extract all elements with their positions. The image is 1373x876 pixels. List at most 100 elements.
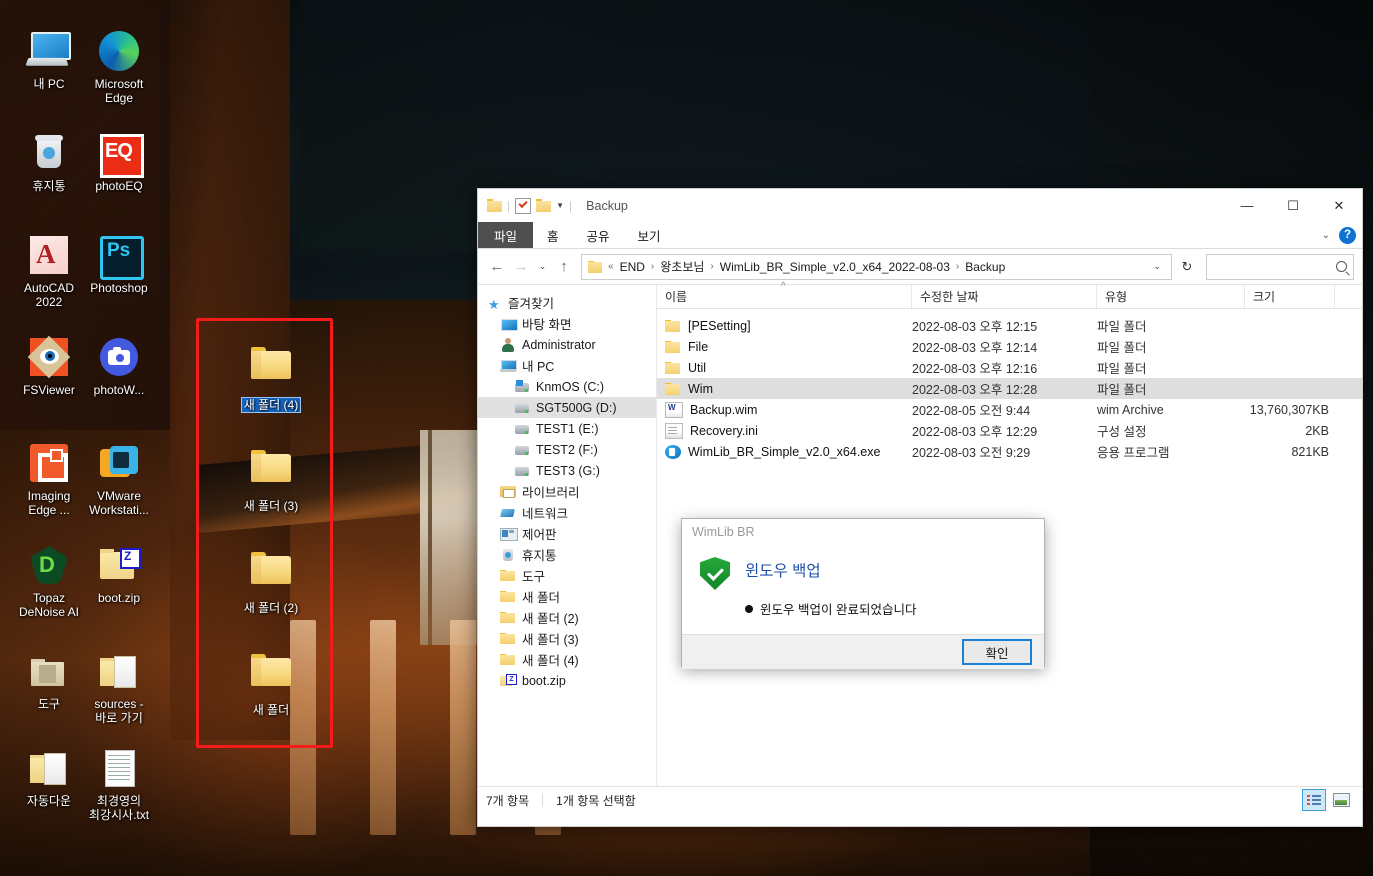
file-date: 2022-08-05 오전 9:44 (912, 404, 1031, 418)
desktop-icon-4[interactable]: EQ photoEQ (76, 130, 162, 193)
search-input[interactable] (1206, 253, 1354, 280)
nav-item-14[interactable]: 도구 (478, 565, 656, 586)
desktop-icon-10[interactable]: VMware Workstati... (76, 440, 162, 517)
navigation-bar[interactable]: ← → ⌄ ↑ «END › 왕초보님 › WimLib_BR_Simple_v2.0_… (478, 249, 1362, 284)
nav-item-12[interactable]: 제어판 (478, 523, 656, 544)
ribbon-tab-파일[interactable]: 파일 (478, 222, 534, 248)
file-name-cell[interactable]: Util (657, 361, 912, 375)
highlighted-folder-3[interactable]: 새 폴더 (2) (228, 545, 314, 615)
nav-item-4[interactable]: 내 PC (478, 355, 656, 376)
breadcrumb-segment[interactable]: WimLib_BR_Simple_v2.0_x64_2022-08-03 (717, 260, 953, 274)
wimlib-dialog[interactable]: WimLib BR 윈도우 백업 윈도우 백업이 완료되었습니다 확인 (681, 518, 1045, 669)
nav-item-3[interactable]: Administrator (478, 334, 656, 355)
file-name-cell[interactable]: [PESetting] (657, 319, 912, 333)
desktop-icon-16[interactable]: 최경영의 최강시사.txt (76, 745, 162, 822)
quick-access-toolbar[interactable]: | ▼ | Backup (478, 197, 628, 214)
breadcrumb-separator-icon[interactable]: › (954, 261, 961, 272)
help-icon[interactable]: ? (1339, 226, 1356, 244)
nav-item-11[interactable]: 네트워크 (478, 502, 656, 523)
table-row[interactable]: Recovery.ini 2022-08-03 오후 12:29 구성 설정 2KB (657, 420, 1362, 441)
nav-item-18[interactable]: 새 폴더 (4) (478, 649, 656, 670)
window-controls[interactable]: — ☐ ✕ (1224, 189, 1362, 222)
address-bar[interactable]: «END › 왕초보님 › WimLib_BR_Simple_v2.0_x64_2022… (581, 253, 1172, 280)
column-headers[interactable]: 이름 수정한 날짜 유형 크기 ^ (657, 281, 1362, 309)
nav-item-label: TEST1 (E:) (536, 421, 599, 436)
file-rows[interactable]: [PESetting] 2022-08-03 오후 12:15 파일 폴더 File 2… (657, 309, 1362, 462)
zip-file-icon: Z (96, 542, 142, 588)
folder-icon[interactable] (487, 199, 502, 212)
nav-item-6[interactable]: SGT500G (D:) (478, 397, 656, 418)
nav-item-9[interactable]: TEST3 (G:) (478, 460, 656, 481)
forward-button[interactable]: → (510, 254, 532, 280)
highlighted-folder-1[interactable]: 새 폴더 (4) (228, 340, 314, 414)
file-name-cell[interactable]: WimLib_BR_Simple_v2.0_x64.exe (657, 444, 912, 459)
status-selected-count: 1개 항목 선택함 (556, 793, 636, 808)
table-row[interactable]: Backup.wim 2022-08-05 오전 9:44 wim Archive 1… (657, 399, 1362, 420)
navigation-pane[interactable]: ★ 즐겨찾기 바탕 화면 Administrator 내 PC KnmOS (C:) SGT… (478, 285, 657, 786)
nav-item-15[interactable]: 새 폴더 (478, 586, 656, 607)
nav-item-19[interactable]: Zboot.zip (478, 670, 656, 691)
nav-item-2[interactable]: 바탕 화면 (478, 313, 656, 334)
column-header-date[interactable]: 수정한 날짜 (912, 285, 1097, 308)
desktop-icon-12[interactable]: Zboot.zip (76, 542, 162, 605)
breadcrumb-segment[interactable]: END (617, 260, 648, 274)
desktop-icon-2[interactable]: Microsoft Edge (76, 28, 162, 105)
breadcrumb-separator-icon[interactable]: › (649, 261, 656, 272)
breadcrumb[interactable]: «END › 왕초보님 › WimLib_BR_Simple_v2.0_x64_2022… (606, 258, 1147, 275)
new-folder-icon[interactable] (536, 199, 552, 212)
nav-item-8[interactable]: TEST2 (F:) (478, 439, 656, 460)
nav-item-7[interactable]: TEST1 (E:) (478, 418, 656, 439)
refresh-button[interactable]: ↻ (1174, 255, 1200, 279)
maximize-button[interactable]: ☐ (1270, 189, 1316, 222)
file-name-cell[interactable]: Wim (657, 382, 912, 396)
file-explorer-window[interactable]: | ▼ | Backup — ☐ ✕ 파일 홈 공유 보기 ⌄ ? ← → ⌄ ↑ «… (477, 188, 1363, 827)
ribbon-tab-bar[interactable]: 파일 홈 공유 보기 ⌄ ? (478, 222, 1362, 249)
desktop-icon-8[interactable]: photoW... (76, 334, 162, 397)
highlighted-folder-4[interactable]: 새 폴더 (228, 647, 314, 717)
desktop-icon-14[interactable]: sources - 바로 가기 (76, 648, 162, 725)
nav-item-5[interactable]: KnmOS (C:) (478, 376, 656, 397)
table-row[interactable]: Util 2022-08-03 오후 12:16 파일 폴더 (657, 357, 1362, 378)
ribbon-tab-보기[interactable]: 보기 (624, 222, 675, 248)
file-name-cell[interactable]: File (657, 340, 912, 354)
properties-icon[interactable] (515, 197, 532, 214)
address-dropdown-icon[interactable]: ⌄ (1147, 261, 1167, 272)
chevron-down-icon[interactable]: ▼ (556, 201, 564, 210)
breadcrumb-overflow-icon[interactable]: « (606, 261, 616, 272)
back-button[interactable]: ← (486, 254, 508, 280)
nav-item-13[interactable]: 휴지통 (478, 544, 656, 565)
nav-item-17[interactable]: 새 폴더 (3) (478, 628, 656, 649)
close-button[interactable]: ✕ (1316, 189, 1362, 222)
desktop-icon-6[interactable]: Ps Photoshop (76, 232, 162, 295)
file-name-cell[interactable]: Backup.wim (657, 401, 912, 418)
table-row[interactable]: Wim 2022-08-03 오후 12:28 파일 폴더 (657, 378, 1362, 399)
nav-item-16[interactable]: 새 폴더 (2) (478, 607, 656, 628)
table-row[interactable]: WimLib_BR_Simple_v2.0_x64.exe 2022-08-03 … (657, 441, 1362, 462)
desktop-icon-label: 최경영의 최강시사.txt (88, 794, 150, 822)
view-mode-buttons[interactable] (1302, 787, 1352, 813)
ribbon-tab-공유[interactable]: 공유 (573, 222, 624, 248)
breadcrumb-separator-icon[interactable]: › (708, 261, 715, 272)
ok-button[interactable]: 확인 (962, 639, 1032, 665)
table-row[interactable]: [PESetting] 2022-08-03 오후 12:15 파일 폴더 (657, 315, 1362, 336)
column-header-type[interactable]: 유형 (1097, 285, 1245, 308)
recent-locations-button[interactable]: ⌄ (534, 254, 551, 280)
status-divider (542, 793, 544, 807)
large-icons-view-button[interactable] (1330, 790, 1352, 810)
breadcrumb-segment[interactable]: 왕초보님 (657, 258, 707, 275)
highlighted-folder-2[interactable]: 새 폴더 (3) (228, 443, 314, 513)
breadcrumb-segment[interactable]: Backup (962, 260, 1008, 274)
explorer-titlebar[interactable]: | ▼ | Backup — ☐ ✕ (478, 189, 1362, 222)
nav-item-10[interactable]: 라이브러리 (478, 481, 656, 502)
table-row[interactable]: File 2022-08-03 오후 12:14 파일 폴더 (657, 336, 1362, 357)
ribbon-right-controls[interactable]: ⌄ ? (1322, 222, 1356, 248)
details-view-button[interactable] (1302, 789, 1326, 811)
file-name-cell[interactable]: Recovery.ini (657, 422, 912, 439)
column-header-size[interactable]: 크기 (1245, 285, 1335, 308)
chevron-down-icon[interactable]: ⌄ (1322, 230, 1330, 241)
nav-item-1[interactable]: ★ 즐겨찾기 (478, 292, 656, 313)
ribbon-tab-홈[interactable]: 홈 (533, 222, 573, 248)
my-computer-icon (25, 28, 72, 74)
up-button[interactable]: ↑ (553, 254, 575, 280)
minimize-button[interactable]: — (1224, 189, 1270, 222)
